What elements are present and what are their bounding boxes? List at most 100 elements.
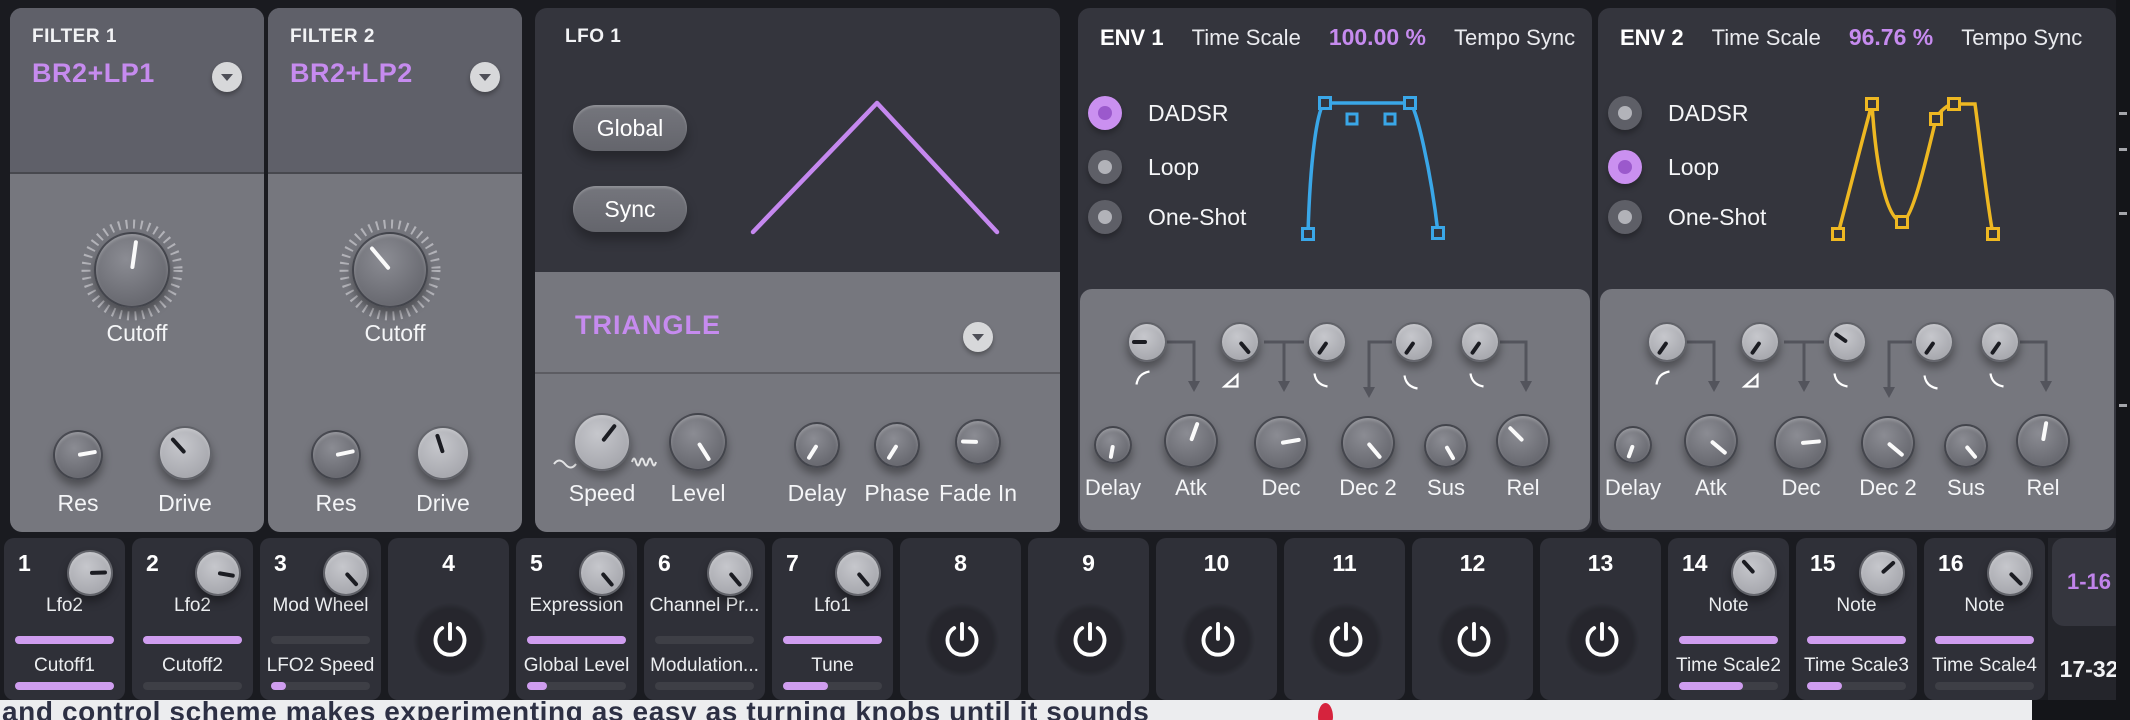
radio-dadsr[interactable] <box>1608 96 1642 130</box>
lfo-fadein-label: Fade In <box>923 480 1033 507</box>
macro-knob[interactable] <box>1731 550 1777 596</box>
env-dec2-knob[interactable] <box>1341 416 1395 470</box>
power-button[interactable] <box>939 617 985 663</box>
macro-slot-5: 5ExpressionGlobal Level <box>516 538 637 700</box>
env-atk-knob[interactable] <box>1684 414 1738 468</box>
lfo-shape-select[interactable]: TRIANGLE <box>575 310 721 341</box>
macro-dest-amount-bar[interactable] <box>1679 682 1778 690</box>
macro-slot-number: 2 <box>146 550 159 577</box>
filter2-type-select[interactable]: BR2+LP2 <box>290 58 413 89</box>
lfo-delay-knob[interactable] <box>794 422 840 468</box>
macro-knob[interactable] <box>323 550 369 596</box>
env-atk-knob[interactable] <box>1164 414 1218 468</box>
macro-knob[interactable] <box>1859 550 1905 596</box>
fast-wave-icon <box>631 455 657 469</box>
env-delay-knob[interactable] <box>1614 426 1652 464</box>
env-curve-knob[interactable] <box>1647 322 1687 362</box>
power-button[interactable] <box>1323 617 1369 663</box>
macro-knob[interactable] <box>707 550 753 596</box>
macro-source-amount-bar[interactable] <box>15 636 114 644</box>
lfo-phase-knob[interactable] <box>874 422 920 468</box>
drive-knob[interactable] <box>158 426 212 480</box>
env-dec-knob[interactable] <box>1254 416 1308 470</box>
lfo-fadein-knob[interactable] <box>955 419 1001 465</box>
macro-knob[interactable] <box>835 550 881 596</box>
macro-knob[interactable] <box>195 550 241 596</box>
macro-dest-label: Tune <box>774 655 891 677</box>
macro-page-1-16[interactable]: 1-16 <box>2052 538 2126 626</box>
cutoff-knob[interactable] <box>94 232 170 308</box>
drive-knob[interactable] <box>416 426 470 480</box>
synth-plugin-window: FILTER 1 BR2+LP1 Cutoff Res Drive FILTER… <box>0 0 2130 720</box>
env-curve-knob[interactable] <box>1980 322 2020 362</box>
macro-knob[interactable] <box>67 550 113 596</box>
env-curve-knob[interactable] <box>1394 322 1434 362</box>
lfo-speed-knob[interactable] <box>573 413 631 471</box>
filter1-type-select[interactable]: BR2+LP1 <box>32 58 155 89</box>
macro-dest-amount-bar[interactable] <box>143 682 242 690</box>
macro-dest-amount-bar[interactable] <box>1935 682 2034 690</box>
env2-curve-display[interactable] <box>1823 93 2008 253</box>
env1-curve-display[interactable] <box>1293 93 1463 253</box>
env-curve-knob[interactable] <box>1740 322 1780 362</box>
macro-dest-label: Cutoff2 <box>134 655 251 677</box>
env-dec2-knob[interactable] <box>1861 416 1915 470</box>
env-curve-knob[interactable] <box>1827 322 1867 362</box>
macro-source-amount-bar[interactable] <box>1807 636 1906 644</box>
macro-source-amount-bar[interactable] <box>783 636 882 644</box>
macro-source-amount-bar[interactable] <box>655 636 754 644</box>
env-sus-knob[interactable] <box>1424 424 1468 468</box>
radio-loop[interactable] <box>1608 150 1642 184</box>
macro-dest-amount-bar[interactable] <box>271 682 370 690</box>
env-rel-knob[interactable] <box>2016 414 2070 468</box>
env-curve-knob[interactable] <box>1220 322 1260 362</box>
macro-source-amount-bar[interactable] <box>143 636 242 644</box>
macro-slot-4: 4 <box>388 538 509 700</box>
macro-source-amount-bar[interactable] <box>1679 636 1778 644</box>
res-knob[interactable] <box>311 430 361 480</box>
chevron-down-icon[interactable] <box>212 62 242 92</box>
power-button[interactable] <box>1451 617 1497 663</box>
time-scale-value[interactable]: 100.00 % <box>1329 24 1426 51</box>
macro-source-label: Note <box>1926 595 2043 617</box>
radio-dadsr[interactable] <box>1088 96 1122 130</box>
macro-source-amount-bar[interactable] <box>1935 636 2034 644</box>
macro-source-amount-bar[interactable] <box>527 636 626 644</box>
cutoff-knob[interactable] <box>352 232 428 308</box>
lfo-shape-bar: TRIANGLE <box>535 272 1060 374</box>
env-curve-knob[interactable] <box>1307 322 1347 362</box>
radio-loop[interactable] <box>1088 150 1122 184</box>
env-rel-knob[interactable] <box>1496 414 1550 468</box>
env-delay-knob[interactable] <box>1094 426 1132 464</box>
macro-dest-amount-bar[interactable] <box>1807 682 1906 690</box>
power-button[interactable] <box>1067 617 1113 663</box>
res-knob[interactable] <box>53 430 103 480</box>
macro-dest-amount-bar[interactable] <box>783 682 882 690</box>
power-button[interactable] <box>1195 617 1241 663</box>
env-curve-knob[interactable] <box>1914 322 1954 362</box>
power-button[interactable] <box>427 617 473 663</box>
time-scale-value[interactable]: 96.76 % <box>1849 24 1933 51</box>
lfo-global-button[interactable]: Global <box>573 105 687 151</box>
lfo-waveform-display <box>735 96 1025 246</box>
env-curve-knob[interactable] <box>1460 322 1500 362</box>
lfo-sync-button[interactable]: Sync <box>573 186 687 232</box>
chevron-down-icon[interactable] <box>963 322 993 352</box>
macro-knob[interactable] <box>1987 550 2033 596</box>
power-button[interactable] <box>1579 617 1625 663</box>
chevron-down-icon[interactable] <box>470 62 500 92</box>
env-sus-knob[interactable] <box>1944 424 1988 468</box>
env-dec-knob[interactable] <box>1774 416 1828 470</box>
macro-dest-amount-bar[interactable] <box>527 682 626 690</box>
macro-dest-amount-bar[interactable] <box>15 682 114 690</box>
radio-oneshot[interactable] <box>1608 200 1642 234</box>
macro-dest-amount-bar[interactable] <box>655 682 754 690</box>
env-curve-knob[interactable] <box>1127 322 1167 362</box>
macro-knob[interactable] <box>579 550 625 596</box>
macro-source-amount-bar[interactable] <box>271 636 370 644</box>
lfo-level-label: Level <box>643 480 753 507</box>
radio-oneshot[interactable] <box>1088 200 1122 234</box>
lfo-level-knob[interactable] <box>669 413 727 471</box>
curve-shape-icon <box>1222 371 1240 389</box>
macro-slot-15: 15NoteTime Scale3 <box>1796 538 1917 700</box>
